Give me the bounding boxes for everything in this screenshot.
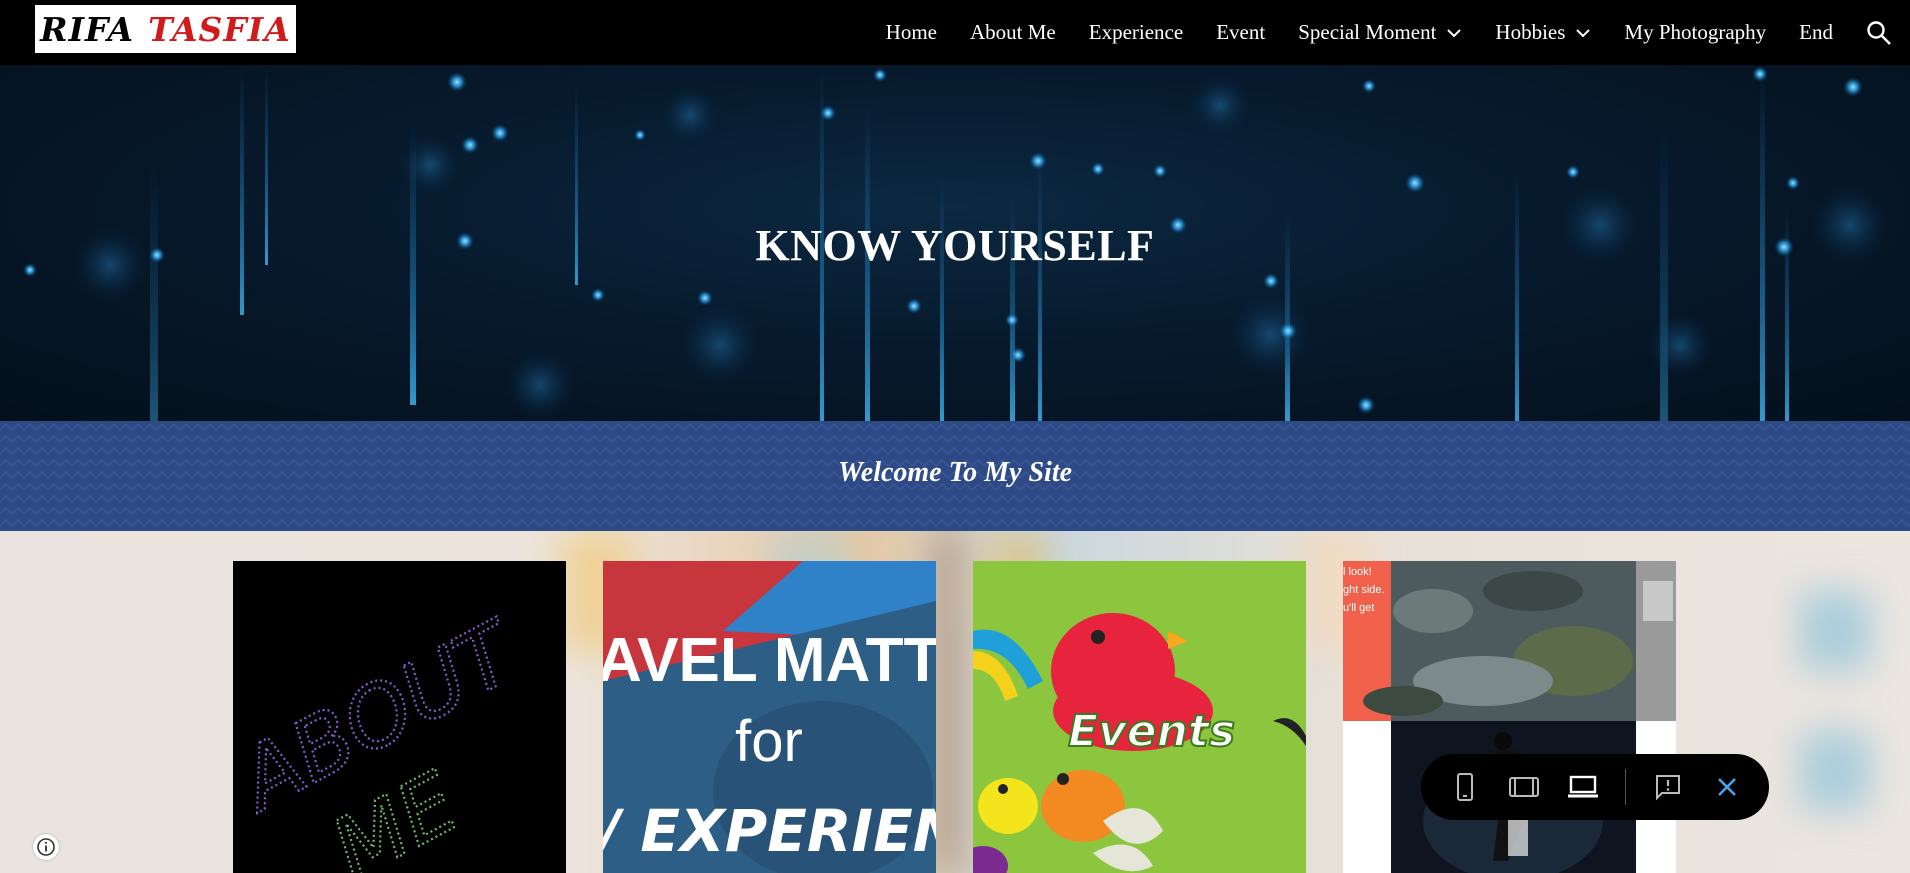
- chevron-down-icon[interactable]: [1446, 25, 1462, 41]
- welcome-title: Welcome To My Site: [837, 457, 1073, 488]
- hero-title: KNOW YOURSELF: [755, 221, 1155, 270]
- nav-item-my-photography[interactable]: My Photography: [1624, 20, 1766, 45]
- nav-label: Event: [1216, 20, 1266, 44]
- preview-toolbar: [1421, 754, 1769, 820]
- card-photography[interactable]: l look! ght side. u'll get: [1343, 561, 1676, 873]
- nav-label: Hobbies: [1495, 20, 1566, 44]
- feedback-icon: [1656, 775, 1681, 801]
- main-nav: Home About Me Experience Event Special M…: [886, 0, 1910, 65]
- laptop-icon: [1567, 775, 1598, 798]
- phone-icon: [1457, 773, 1474, 801]
- info-icon: [37, 838, 55, 856]
- site-logo[interactable]: RIFA TASFIA: [35, 5, 296, 53]
- top-navigation-bar: RIFA TASFIA Home About Me Experience Eve…: [0, 0, 1910, 65]
- welcome-band: Welcome To My Site: [0, 421, 1910, 531]
- nav-item-hobbies[interactable]: Hobbies: [1495, 20, 1591, 45]
- events-label: Events: [1068, 706, 1235, 757]
- travel-line-1: AVEL MATTE: [603, 626, 936, 695]
- tablet-icon: [1508, 777, 1539, 797]
- travel-line-2: for: [735, 709, 803, 774]
- logo-word-1: RIFA: [40, 9, 135, 49]
- photo-snippet-2: ght side.: [1343, 584, 1385, 596]
- tablet-preview-button[interactable]: [1508, 770, 1541, 804]
- site-info-button[interactable]: [33, 834, 59, 860]
- laptop-preview-button[interactable]: [1566, 770, 1599, 804]
- close-icon: [1717, 778, 1736, 796]
- experience-image: AVEL MATTE for / EXPERIEN: [603, 561, 936, 873]
- nav-item-event[interactable]: Event: [1216, 20, 1265, 45]
- nav-label: Experience: [1088, 20, 1184, 44]
- card-about-me[interactable]: ABOUT ME: [233, 561, 566, 873]
- nav-item-special-moment[interactable]: Special Moment: [1298, 20, 1462, 45]
- photo-snippet-3: u'll get: [1343, 602, 1374, 614]
- photography-image: l look! ght side. u'll get: [1343, 561, 1676, 873]
- phone-preview-button[interactable]: [1449, 770, 1482, 804]
- feedback-button[interactable]: [1652, 770, 1685, 804]
- close-preview-button[interactable]: [1710, 770, 1743, 804]
- events-image: Events: [973, 561, 1306, 873]
- nav-label: Home: [885, 20, 937, 44]
- nav-item-about-me[interactable]: About Me: [970, 20, 1056, 45]
- nav-label: About Me: [970, 20, 1056, 44]
- nav-item-home[interactable]: Home: [886, 20, 937, 45]
- nav-label: My Photography: [1624, 20, 1767, 44]
- card-events[interactable]: Events: [973, 561, 1306, 873]
- toolbar-divider: [1624, 769, 1626, 805]
- photo-snippet-1: l look!: [1343, 566, 1372, 578]
- nav-item-end[interactable]: End: [1799, 20, 1833, 45]
- logo-word-2: TASFIA: [148, 9, 291, 49]
- card-experience[interactable]: AVEL MATTE for / EXPERIEN: [603, 561, 936, 873]
- hero-banner: KNOW YOURSELF: [0, 65, 1910, 421]
- nav-label: End: [1799, 20, 1833, 44]
- chevron-down-icon[interactable]: [1575, 25, 1591, 41]
- about-me-image: ABOUT ME: [233, 600, 536, 873]
- nav-label: Special Moment: [1298, 20, 1437, 44]
- travel-line-3: / EXPERIEN: [603, 797, 936, 865]
- nav-item-experience[interactable]: Experience: [1089, 20, 1183, 45]
- search-icon[interactable]: [1866, 20, 1892, 46]
